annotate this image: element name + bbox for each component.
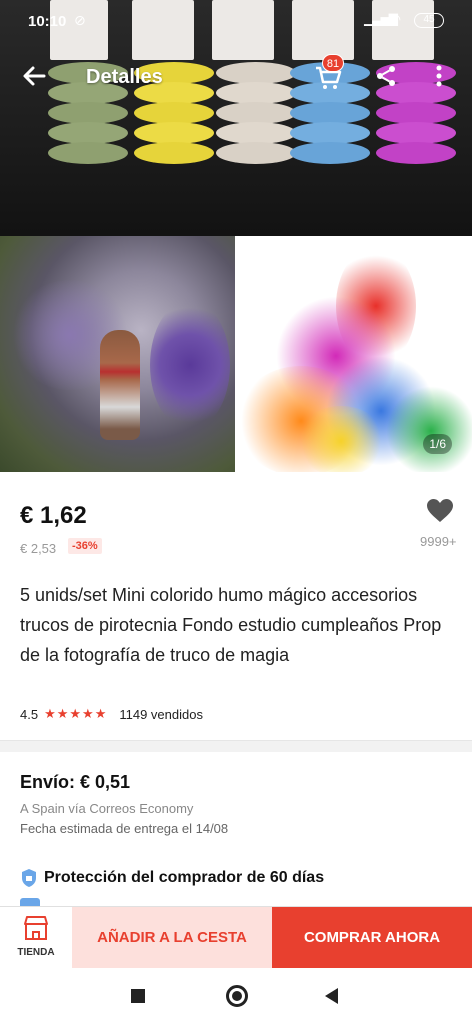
add-to-cart-button[interactable]: AÑADIR A LA CESTA xyxy=(72,907,272,969)
more-options-icon[interactable] xyxy=(434,62,444,90)
rating-stars-icon: ★★★★★ xyxy=(44,706,108,721)
shipping-method: A Spain vía Correos Economy xyxy=(20,801,194,816)
cart-count-badge: 81 xyxy=(322,54,344,72)
back-arrow-icon[interactable] xyxy=(20,62,48,90)
status-time: 10:10 xyxy=(28,13,67,30)
wishlist-heart-icon[interactable] xyxy=(426,498,454,524)
delivery-estimate: Fecha estimada de entrega el 14/08 xyxy=(20,821,229,836)
rating-row[interactable]: 4.5 ★★★★★ 1149 vendidos xyxy=(20,706,203,722)
rating-value: 4.5 xyxy=(20,706,39,722)
nav-back-icon[interactable] xyxy=(325,988,338,1004)
buyer-protection-label: Protección del comprador de 60 días xyxy=(44,869,325,886)
recents-icon[interactable] xyxy=(131,989,145,1003)
shield-icon xyxy=(22,869,36,887)
image-counter: 1/6 xyxy=(423,434,452,454)
product-title: 5 unids/set Mini colorido humo mágico ac… xyxy=(20,585,442,665)
share-icon[interactable] xyxy=(374,64,398,88)
page-title: Detalles xyxy=(86,66,163,88)
status-bar: 10:10 ⊘ ▁▃▅▇ ◠ 45 xyxy=(0,0,472,44)
section-divider xyxy=(0,740,472,752)
sold-count: 1149 vendidos xyxy=(119,706,203,722)
sync-off-icon: ⊘ xyxy=(74,12,86,28)
top-app-bar: Detalles 81 xyxy=(0,52,472,102)
wishlist-count: 9999+ xyxy=(420,534,457,549)
system-nav-bar xyxy=(0,968,472,1024)
buy-now-button[interactable]: COMPRAR AHORA xyxy=(272,907,472,969)
store-label: TIENDA xyxy=(17,947,55,958)
wifi-icon: ◠ xyxy=(388,11,402,28)
bottom-action-bar: TIENDA AÑADIR A LA CESTA COMPRAR AHORA xyxy=(0,906,472,969)
buyer-protection[interactable]: Protección del comprador de 60 días xyxy=(20,868,324,888)
original-price: € 2,53 xyxy=(20,541,57,556)
store-button[interactable]: TIENDA xyxy=(0,907,72,969)
store-icon xyxy=(24,916,48,940)
current-price: € 1,62 xyxy=(20,502,87,529)
home-icon[interactable] xyxy=(226,985,248,1007)
discount-badge: -36% xyxy=(68,538,102,554)
battery-icon: 45 xyxy=(414,13,444,28)
product-detail-page: 1/6 10:10 ⊘ ▁▃▅▇ ◠ 45 Detalles 81 € 1,62… xyxy=(0,0,472,1024)
shipping-cost[interactable]: Envío: € 0,51 xyxy=(20,772,130,793)
